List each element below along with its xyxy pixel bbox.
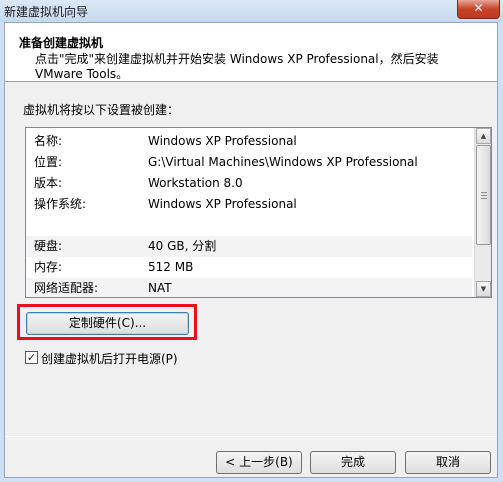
grip-icon: [481, 195, 487, 196]
window-title: 新建虚拟机向导: [4, 5, 89, 19]
power-on-checkbox[interactable]: ✓: [25, 351, 38, 364]
setting-value: NAT: [148, 281, 172, 295]
setting-value: 40 GB, 分割: [148, 239, 217, 253]
scroll-down-icon[interactable]: ▼: [476, 281, 491, 297]
title-bar: 新建虚拟机向导 ✕: [0, 0, 503, 22]
power-on-label[interactable]: 创建虚拟机后打开电源(P): [41, 350, 178, 367]
list-item: 版本: Workstation 8.0: [26, 173, 472, 194]
setting-key: 内存:: [34, 260, 63, 274]
setting-value: Workstation 8.0: [148, 176, 243, 190]
setting-key: 硬盘:: [34, 239, 63, 253]
cancel-button[interactable]: 取消: [405, 451, 491, 474]
setting-key: 位置:: [34, 155, 63, 169]
scroll-up-icon[interactable]: ▲: [476, 128, 491, 144]
list-item: 位置: G:\Virtual Machines\Windows XP Profe…: [26, 152, 472, 173]
footer-divider: [5, 436, 497, 437]
setting-value: G:\Virtual Machines\Windows XP Professio…: [148, 155, 418, 169]
list-item: [26, 215, 472, 236]
list-item: 内存: 512 MB: [26, 257, 472, 278]
list-item: 操作系统: Windows XP Professional: [26, 194, 472, 215]
page-description: 点击"完成"来创建虚拟机并开始安装 Windows XP Professiona…: [35, 52, 439, 81]
scrollbar-thumb[interactable]: [476, 145, 491, 245]
grip-icon: [481, 192, 487, 193]
setting-value: Windows XP Professional: [148, 134, 297, 148]
finish-button[interactable]: 完成: [310, 451, 396, 474]
setting-key: 名称:: [34, 134, 63, 148]
wizard-header: 准备创建虚拟机 点击"完成"来创建虚拟机并开始安装 Windows XP Pro…: [5, 23, 497, 82]
settings-summary-list[interactable]: 名称: Windows XP Professional 位置: G:\Virtu…: [25, 127, 492, 298]
setting-value: Windows XP Professional: [148, 197, 297, 211]
setting-key: 版本:: [34, 176, 63, 190]
list-item: 网络适配器: NAT: [26, 278, 472, 297]
setting-value: 512 MB: [148, 260, 194, 274]
back-button[interactable]: < 上一步(B): [216, 451, 302, 474]
close-button[interactable]: ✕: [457, 0, 500, 19]
summary-label: 虚拟机将按以下设置被创建：: [23, 103, 180, 117]
wizard-dialog: 准备创建虚拟机 点击"完成"来创建虚拟机并开始安装 Windows XP Pro…: [4, 22, 498, 478]
vertical-scrollbar[interactable]: ▲ ▼: [474, 128, 491, 297]
list-item: 硬盘: 40 GB, 分割: [26, 236, 472, 257]
setting-key: 网络适配器:: [34, 281, 99, 295]
customize-hardware-button[interactable]: 定制硬件(C)...: [26, 312, 189, 335]
page-title: 准备创建虚拟机: [19, 36, 104, 50]
list-item: 名称: Windows XP Professional: [26, 131, 472, 152]
grip-icon: [481, 198, 487, 199]
setting-key: 操作系统:: [34, 197, 87, 211]
